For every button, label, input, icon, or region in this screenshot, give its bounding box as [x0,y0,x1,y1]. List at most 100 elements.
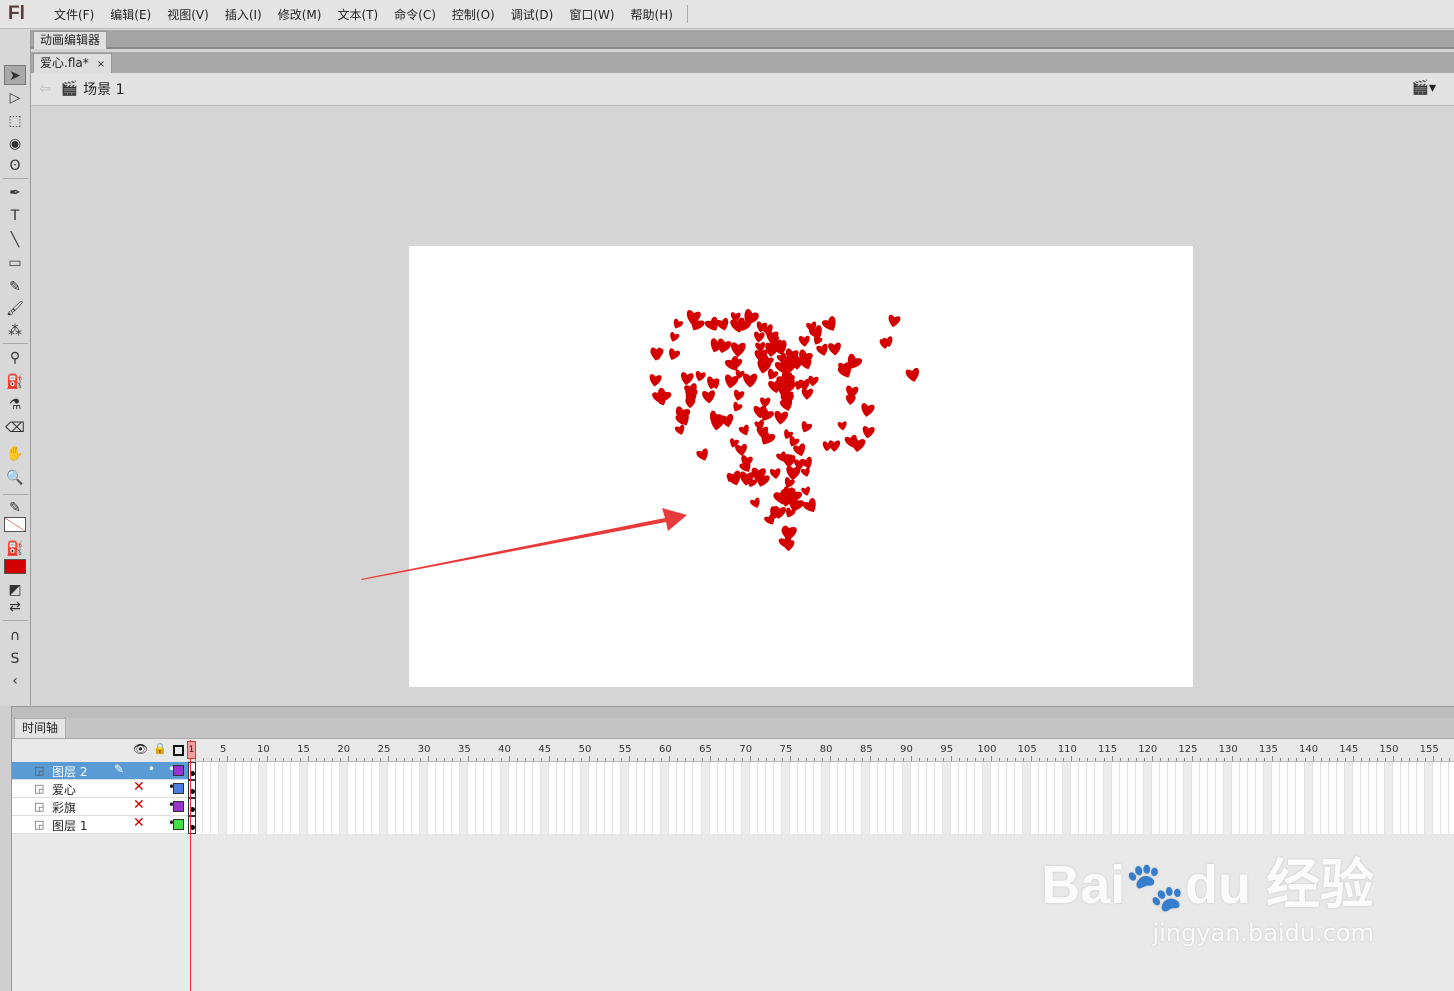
frame-column[interactable] [750,762,758,834]
frame-column[interactable] [935,762,943,834]
close-icon[interactable]: × [97,59,105,70]
frame-column[interactable] [1409,762,1418,834]
current-frame-indicator[interactable]: 1 [187,741,196,759]
frame-column[interactable] [701,762,710,834]
layer-color-swatch[interactable] [173,819,184,830]
frame-column[interactable] [1087,762,1096,834]
frame-column[interactable] [372,762,380,834]
frame-column[interactable] [580,762,589,834]
frame-column[interactable] [1015,762,1024,834]
smooth-icon[interactable]: S [4,649,26,669]
frame-column[interactable] [412,762,421,834]
hidden-x-icon[interactable]: ✕ [133,797,145,813]
frame-column[interactable] [1417,762,1426,834]
frame-column[interactable] [1280,762,1289,834]
layer-row[interactable]: ◲ 爱心 ✕ • [12,779,188,798]
playhead[interactable] [190,740,191,991]
menu-item[interactable]: 控制(O) [444,6,503,23]
rectangle-icon[interactable]: ▭ [4,253,26,273]
frame-column[interactable] [1288,762,1297,834]
layer-color-swatch[interactable] [173,783,184,794]
frame-column[interactable] [267,762,276,834]
frame-column[interactable] [316,762,324,834]
frame-column[interactable] [830,762,839,834]
menu-item[interactable]: 命令(C) [386,6,444,23]
layer-name[interactable]: 爱心 [52,781,76,798]
frame-column[interactable] [959,762,967,834]
frame-column[interactable] [1361,762,1369,834]
timeline-splitter[interactable] [12,706,1454,718]
stroke-color-icon[interactable]: ✎ [4,498,26,518]
frame-column[interactable] [1344,762,1353,834]
frame-column[interactable] [540,762,549,834]
hidden-x-icon[interactable]: ✕ [133,815,145,831]
fill-color-swatch[interactable] [4,559,26,574]
frame-column[interactable] [838,762,847,834]
menu-item[interactable]: 修改(M) [270,6,330,23]
frame-column[interactable] [388,762,396,834]
frame-column[interactable] [195,762,204,834]
frame-column[interactable] [774,762,782,834]
frame-column[interactable] [275,762,284,834]
selection-icon[interactable]: ➤ [4,65,26,85]
frame-column[interactable] [741,762,750,834]
frame-column[interactable] [942,762,951,834]
frame-column[interactable] [203,762,212,834]
eye-icon[interactable]: 👁 [133,742,148,756]
eyedropper-icon[interactable]: ⚗ [4,395,26,415]
frame-column[interactable] [339,762,348,834]
free-transform-icon[interactable]: ⬚ [4,111,26,131]
frame-column[interactable] [420,762,429,834]
layer-name[interactable]: 图层 1 [52,817,87,834]
frame-column[interactable] [364,762,372,834]
frame-column[interactable] [348,762,356,834]
frame-column[interactable] [637,762,646,834]
frame-column[interactable] [1449,762,1454,834]
frame-column[interactable] [1208,762,1217,834]
frame-column[interactable] [1039,762,1048,834]
frame-column[interactable] [235,762,244,834]
frame-column[interactable] [460,762,469,834]
frame-column[interactable] [653,762,662,834]
frame-column[interactable] [814,762,823,834]
frame-column[interactable] [694,762,702,834]
frame-column[interactable] [557,762,565,834]
frame-column[interactable] [1096,762,1104,834]
frame-column[interactable] [927,762,935,834]
paint-bucket-icon[interactable]: ⛽ [4,372,26,392]
frame-column[interactable] [613,762,622,834]
frame-column[interactable] [549,762,557,834]
eraser-icon[interactable]: ⌫ [4,418,26,438]
menu-item[interactable]: 编辑(E) [102,6,159,23]
frame-column[interactable] [1007,762,1016,834]
frame-column[interactable] [1112,762,1120,834]
frame-column[interactable] [308,762,316,834]
frame-column[interactable] [766,762,774,834]
visibility-dot[interactable]: • [148,762,155,776]
frame-column[interactable] [404,762,413,834]
3d-rotation-icon[interactable]: ◉ [4,134,26,154]
frame-column[interactable] [219,762,228,834]
frame-column[interactable] [436,762,445,834]
frame-column[interactable] [669,762,678,834]
frame-column[interactable] [1071,762,1080,834]
frame-column[interactable] [1297,762,1305,834]
frame-column[interactable] [509,762,517,834]
frame-column[interactable] [211,762,220,834]
frame-column[interactable] [790,762,798,834]
stage[interactable] [409,246,1193,687]
frame-column[interactable] [734,762,742,834]
frame-column[interactable] [605,762,614,834]
frame-column[interactable] [500,762,509,834]
frame-column[interactable] [517,762,525,834]
layer-row[interactable]: ◲ 彩旗 ✕ • [12,797,188,816]
frame-column[interactable] [1055,762,1064,834]
frame-column[interactable] [1031,762,1040,834]
menu-item[interactable]: 调试(D) [503,6,562,23]
frame-column[interactable] [1240,762,1249,834]
frame-column[interactable] [911,762,919,834]
stroke-color-swatch[interactable] [4,517,26,532]
frame-column[interactable] [259,762,268,834]
fill-color-icon[interactable]: ⛽ [4,539,26,559]
frame-column[interactable] [1264,762,1273,834]
